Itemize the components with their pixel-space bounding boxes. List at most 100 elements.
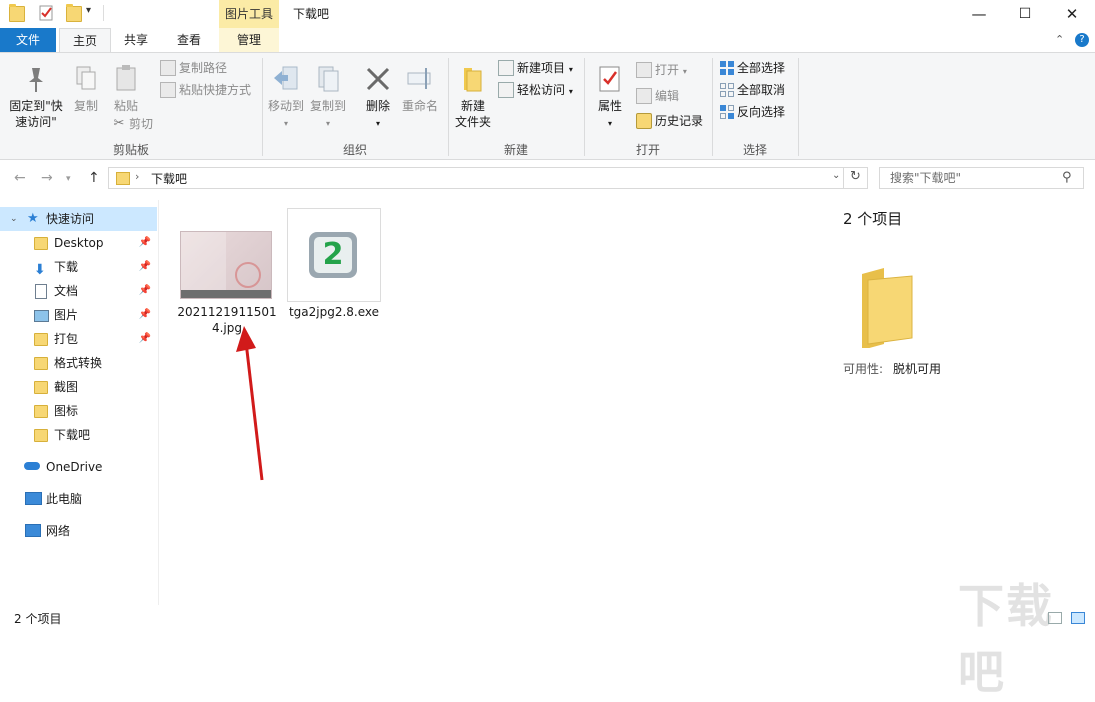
delete-label: 删除	[365, 99, 390, 113]
maximize-button[interactable]: ☐	[1002, 0, 1048, 28]
tab-file[interactable]: 文件	[0, 28, 56, 52]
recent-locations-button[interactable]: ▾	[66, 174, 71, 184]
forward-button[interactable]: →	[41, 170, 53, 186]
close-button[interactable]: ✕	[1049, 0, 1095, 28]
select-none-button[interactable]: 全部取消	[720, 80, 785, 100]
folder-icon	[34, 381, 48, 394]
nav-item[interactable]: 格式转换	[0, 351, 157, 375]
tab-share[interactable]: 共享	[112, 28, 160, 52]
copy-path-label: 复制路径	[179, 61, 228, 75]
copy-button[interactable]: 复制	[68, 64, 104, 114]
minimize-button[interactable]: —	[956, 0, 1002, 28]
paste-button[interactable]: 粘贴	[108, 64, 144, 114]
computer-icon	[25, 492, 42, 505]
pin-icon: 📌	[138, 333, 151, 344]
invert-selection-label: 反向选择	[737, 105, 786, 119]
nav-onedrive[interactable]: OneDrive	[0, 455, 157, 479]
pin-label-2: 速访问"	[15, 115, 57, 129]
new-folder-quick-icon[interactable]	[66, 4, 82, 22]
easy-access-label: 轻松访问	[517, 83, 566, 97]
contextual-tab-title: 图片工具	[219, 0, 279, 28]
window-title: 下载吧	[293, 7, 330, 21]
nav-this-pc[interactable]: 此电脑	[0, 487, 157, 511]
properties-label: 属性	[597, 99, 622, 113]
open-button[interactable]: 打开 ▾	[636, 60, 687, 80]
new-item-label: 新建项目	[517, 61, 566, 75]
properties-button[interactable]: 属性 ▾	[592, 64, 628, 132]
copy-to-button[interactable]: 复制到 ▾	[308, 64, 348, 132]
address-bar[interactable]: › 下载吧 ⌄ ↻	[108, 167, 868, 189]
select-all-button[interactable]: 全部选择	[720, 58, 785, 78]
open-label: 打开	[655, 63, 680, 77]
details-view-icon[interactable]	[1048, 612, 1062, 624]
edit-label: 编辑	[655, 89, 680, 103]
nav-label: 此电脑	[46, 492, 83, 506]
pin-icon: 📌	[138, 309, 151, 320]
availability-value: 脱机可用	[893, 362, 942, 376]
help-icon[interactable]: ?	[1075, 33, 1089, 47]
history-button[interactable]: 历史记录	[636, 111, 703, 131]
refresh-icon[interactable]: ↻	[850, 169, 861, 184]
folder-icon	[34, 357, 48, 370]
large-icons-view-icon[interactable]	[1071, 612, 1085, 624]
new-folder-label-2: 文件夹	[454, 115, 491, 129]
copy-icon	[76, 66, 96, 90]
nav-item[interactable]: Desktop 📌	[0, 231, 157, 255]
new-folder-icon	[464, 68, 482, 92]
folder-icon	[34, 429, 48, 442]
customize-quick-access-icon[interactable]: ▾	[86, 5, 91, 16]
folder-icon	[9, 4, 25, 22]
invert-selection-button[interactable]: 反向选择	[720, 102, 785, 122]
new-item-button[interactable]: 新建项目 ▾	[498, 58, 573, 78]
nav-label: Desktop	[54, 236, 104, 250]
nav-item[interactable]: 图片 📌	[0, 303, 157, 327]
nav-label: 格式转换	[54, 356, 103, 370]
up-button[interactable]: ↑	[88, 170, 100, 186]
nav-item[interactable]: 文档 📌	[0, 279, 157, 303]
move-to-button[interactable]: 移动到 ▾	[266, 64, 306, 132]
paste-shortcut-button[interactable]: 粘贴快捷方式	[160, 80, 251, 100]
chevron-down-icon: ⌄	[10, 214, 18, 224]
nav-network[interactable]: 网络	[0, 519, 157, 543]
nav-item[interactable]: ⬇ 下载 📌	[0, 255, 157, 279]
select-all-label: 全部选择	[737, 61, 786, 75]
delete-x-icon	[366, 67, 390, 91]
stamp-icon	[235, 262, 261, 288]
breadcrumb-current[interactable]: 下载吧	[151, 170, 187, 187]
properties-quick-icon[interactable]	[38, 4, 56, 22]
search-icon[interactable]: ⚲	[1062, 170, 1072, 185]
picture-icon	[34, 310, 49, 322]
nav-item[interactable]: 图标	[0, 399, 157, 423]
image-file-thumbnail[interactable]	[180, 231, 272, 299]
delete-button[interactable]: 删除 ▾	[362, 64, 394, 132]
pin-icon: 📌	[138, 285, 151, 296]
copy-to-label: 复制到	[309, 99, 346, 113]
nav-label: 下载吧	[54, 428, 91, 442]
new-folder-button[interactable]: 新建 文件夹	[452, 64, 494, 130]
file-name-exe[interactable]: tga2jpg2.8.exe	[282, 304, 386, 320]
rename-button[interactable]: 重命名	[400, 64, 440, 114]
address-history-dropdown[interactable]: ⌄	[832, 170, 840, 181]
tab-home[interactable]: 主页	[59, 28, 111, 54]
nav-item[interactable]: 截图	[0, 375, 157, 399]
group-label-clipboard: 剪贴板	[112, 143, 149, 157]
easy-access-button[interactable]: 轻松访问 ▾	[498, 80, 573, 100]
cloud-icon	[24, 462, 40, 470]
tab-view[interactable]: 查看	[165, 28, 213, 52]
nav-quick-access[interactable]: ⌄ ★ 快速访问	[0, 207, 157, 231]
search-input[interactable]: 搜索"下载吧"	[879, 167, 1084, 189]
exe-file-thumbnail[interactable]: 2	[287, 208, 381, 302]
copy-path-button[interactable]: 复制路径	[160, 58, 227, 78]
pin-quick-access-button[interactable]: 固定到"快 速访问"	[6, 64, 66, 130]
collapse-ribbon-icon[interactable]: ⌃	[1055, 33, 1064, 46]
properties-icon	[599, 66, 620, 92]
edit-button[interactable]: 编辑	[636, 86, 679, 106]
select-all-icon	[720, 60, 734, 75]
nav-item[interactable]: 打包 📌	[0, 327, 157, 351]
cut-button[interactable]: ✂ 剪切	[112, 114, 153, 134]
tab-manage[interactable]: 管理	[219, 28, 279, 52]
file-name-line-1: tga2jpg2.8.exe	[288, 305, 380, 319]
nav-item[interactable]: 下载吧	[0, 423, 157, 447]
details-count: 2 个项目	[843, 210, 903, 228]
back-button[interactable]: ←	[14, 170, 26, 186]
